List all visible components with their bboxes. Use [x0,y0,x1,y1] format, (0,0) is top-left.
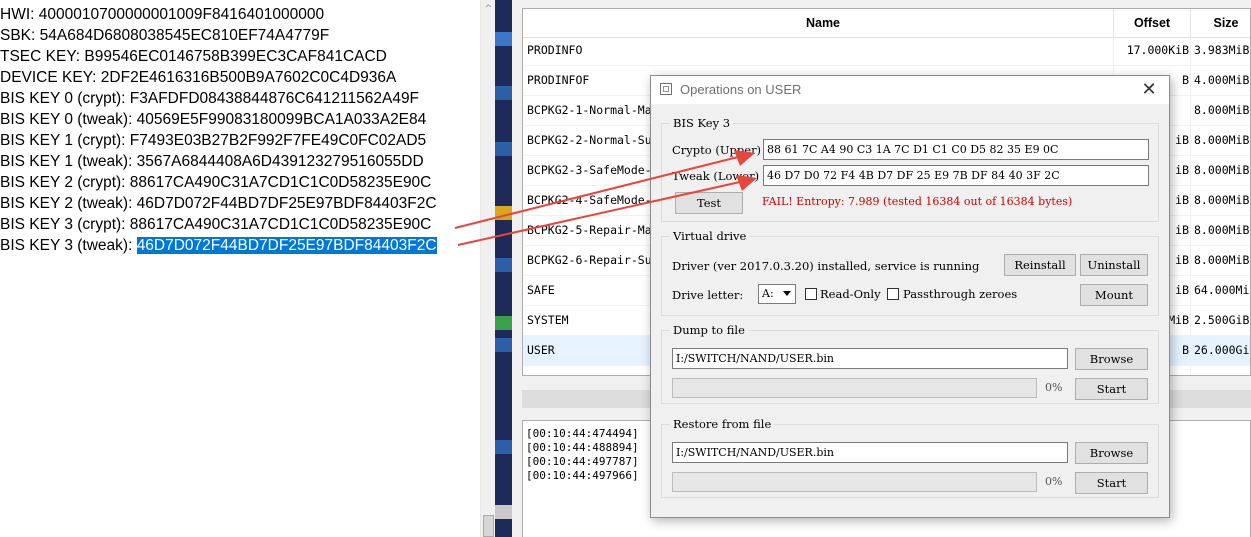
virtual-drive-group: Virtual drive Driver (ver 2017.0.3.20) i… [661,228,1159,316]
group-title: BIS Key 3 [670,115,734,131]
close-icon[interactable]: ✕ [1137,78,1161,102]
crypto-label: Crypto (Upper) [672,143,762,157]
dump-percent: 0% [1045,381,1063,394]
uninstall-button[interactable]: Uninstall [1080,254,1148,276]
partition-size: 8.000MiB [1194,223,1250,237]
log-line: [00:10:44:474494] [526,427,639,440]
document-icon[interactable] [495,505,512,519]
key-text-editor[interactable]: HWI: 4000010700000001009F8416401000000 S… [0,0,480,537]
reinstall-button[interactable]: Reinstall [1004,254,1076,276]
dump-group: Dump to file I:/SWITCH/NAND/USER.bin Bro… [661,322,1159,404]
partition-size: 8.000MiB [1194,163,1250,177]
key-line-bis0-tweak: BIS KEY 0 (tweak): 40569E5F99083180099BC… [0,111,427,128]
dump-browse-button[interactable]: Browse [1075,348,1148,370]
key-line-tsec: TSEC KEY: B99546EC0146758B399EC3CAF841CA… [0,48,387,65]
key-line-bis2-tweak: BIS KEY 2 (tweak): 46D7D072F44BD7DF25E97… [0,195,437,212]
partition-size: 64.000MiB [1194,283,1251,297]
partition-size: 8.000MiB [1194,193,1250,207]
desktop-background [495,0,512,537]
restore-path-input[interactable]: I:/SWITCH/NAND/USER.bin [672,442,1068,463]
readonly-checkbox[interactable] [805,288,817,300]
desktop-shortcut-icon[interactable] [495,86,512,100]
restore-group: Restore from file I:/SWITCH/NAND/USER.bi… [661,416,1159,498]
column-header-name[interactable]: Name [523,9,1123,37]
column-header-offset[interactable]: Offset [1114,9,1190,37]
partition-size: 26.000GiB [1194,343,1251,357]
passthrough-checkbox[interactable] [887,288,899,300]
dump-start-button[interactable]: Start [1075,378,1148,400]
bis-key-group: BIS Key 3 Crypto (Upper) 88 61 7C A4 90 … [661,115,1159,222]
key-line-device: DEVICE KEY: 2DF2E4616316B500B9A7602C0C4D… [0,69,397,86]
app-shortcut-icon[interactable] [495,316,512,330]
passthrough-label: Passthrough zeroes [903,287,1018,301]
group-title: Restore from file [670,416,775,432]
log-line: [00:10:44:488894] [526,441,639,454]
folder-icon[interactable] [495,206,512,220]
group-title: Dump to file [670,322,748,338]
entropy-status: FAIL! Entropy: 7.989 (tested 16384 out o… [762,195,1073,208]
dialog-title: Operations on USER [680,82,802,97]
chevron-down-icon [783,291,791,296]
desktop-shortcut-icon[interactable] [495,142,512,156]
desktop-shortcut-icon[interactable] [495,338,512,352]
editor-scrollbar[interactable]: ^ [480,0,496,537]
desktop-shortcut-icon[interactable] [495,440,512,454]
desktop-shortcut-icon[interactable] [495,32,512,46]
drive-letter-select[interactable]: A: [758,284,796,304]
window-app-icon [660,83,672,95]
column-header-size[interactable]: Size [1191,9,1250,37]
readonly-label: Read-Only [820,287,881,301]
partition-offset: 17.000KiB [1126,43,1189,57]
table-header: Name Offset Size [523,9,1250,38]
drive-letter-label: Drive letter: [672,288,744,302]
key-line-prefix: BIS KEY 3 (tweak): [0,237,137,254]
key-line-hwi: HWI: 4000010700000001009F8416401000000 [0,6,325,23]
desktop-shortcut-icon[interactable] [495,258,512,272]
crypto-input[interactable]: 88 61 7C A4 90 C3 1A 7C D1 C1 C0 D5 82 3… [763,139,1149,160]
dump-path-input[interactable]: I:/SWITCH/NAND/USER.bin [672,348,1068,369]
partition-size: 4.000MiB [1194,73,1250,87]
dialog-titlebar[interactable]: Operations on USER ✕ [651,76,1169,104]
tweak-input[interactable]: 46 D7 D0 72 F4 4B D7 DF 25 E9 7B DF 84 4… [763,165,1149,186]
partition-size: 8.000MiB [1194,103,1250,117]
selected-text[interactable]: 46D7D072F44BD7DF25E97BDF84403F2C [136,237,437,254]
partition-size: 3.983MiB [1194,43,1250,57]
restore-start-button[interactable]: Start [1075,472,1148,494]
log-line: [00:10:44:497966] [526,469,639,482]
key-line-bis0-crypt: BIS KEY 0 (crypt): F3AFDFD08438844876C64… [0,90,420,107]
key-line-bis3-tweak: BIS KEY 3 (tweak): 46D7D072F44BD7DF25E97… [0,236,437,256]
partition-size: 8.000MiB [1194,253,1250,267]
drive-letter-value: A: [762,287,774,300]
test-button[interactable]: Test [675,192,743,214]
operations-dialog: Operations on USER ✕ BIS Key 3 Crypto (U… [650,75,1170,518]
restore-progress-bar [672,472,1037,492]
table-row[interactable]: PRODINFO 17.000KiB 3.983MiB [523,35,1250,66]
restore-browse-button[interactable]: Browse [1075,442,1148,464]
scrollbar-thumb[interactable] [483,515,494,537]
tweak-label: Tweak (Lower) [672,169,760,183]
driver-status-text: Driver (ver 2017.0.3.20) installed, serv… [672,259,980,273]
group-title: Virtual drive [670,228,750,244]
partition-name: PRODINFO [527,43,583,57]
dump-progress-bar [672,378,1037,398]
key-line-bis2-crypt: BIS KEY 2 (crypt): 88617CA490C31A7CD1C1C… [0,174,432,191]
scroll-up-arrow-icon[interactable]: ^ [481,4,496,14]
key-line-bis3-crypt: BIS KEY 3 (crypt): 88617CA490C31A7CD1C1C… [0,216,432,233]
log-line: [00:10:44:497787] [526,455,639,468]
key-line-bis1-tweak: BIS KEY 1 (tweak): 3567A6844408A6D439123… [0,153,424,170]
partition-size: 8.000MiB [1194,133,1250,147]
mount-button[interactable]: Mount [1080,284,1148,306]
restore-percent: 0% [1045,475,1063,488]
partition-size: 2.500GiB [1194,313,1250,327]
key-line-bis1-crypt: BIS KEY 1 (crypt): F7493E03B27B2F992F7FE… [0,132,427,149]
key-line-sbk: SBK: 54A684D6808038545EC810EF74A4779F [0,27,330,44]
